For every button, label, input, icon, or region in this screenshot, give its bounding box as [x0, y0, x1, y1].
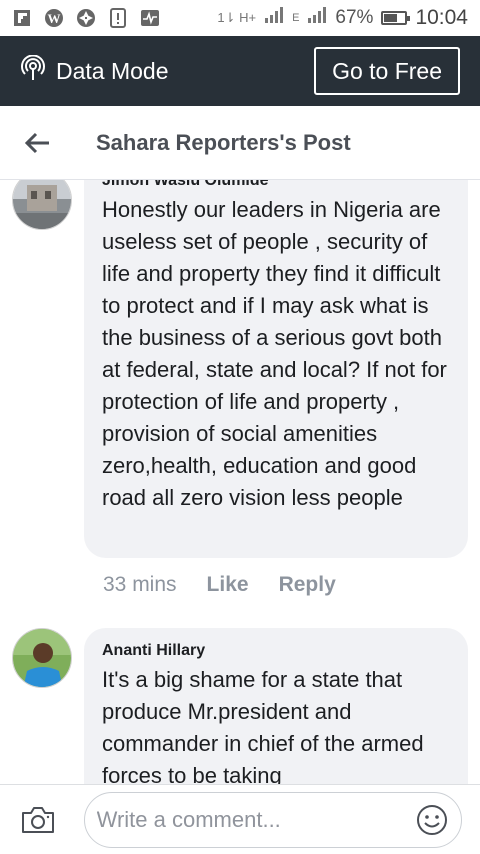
reply-button[interactable]: Reply — [279, 573, 336, 597]
page-title: Sahara Reporters's Post — [96, 129, 351, 155]
smiley-icon — [417, 804, 447, 835]
go-to-free-button[interactable]: Go to Free — [314, 47, 460, 95]
like-button[interactable]: Like — [207, 573, 249, 597]
avatar[interactable] — [12, 180, 72, 230]
clock: 10:04 — [415, 6, 468, 29]
avatar[interactable] — [12, 628, 72, 688]
broadcast-icon — [20, 54, 46, 87]
signal-icon — [264, 6, 284, 30]
battery-level — [384, 14, 398, 22]
battery-percent: 67% — [335, 7, 374, 28]
battery-icon — [381, 11, 411, 25]
network-indicator: 1⇂ H+ — [217, 10, 257, 25]
comment-bubble: Jimoh Wasiu Olumide Honestly our leaders… — [84, 180, 468, 558]
data-mode-bar: Data Mode Go to Free — [0, 36, 480, 106]
back-button[interactable] — [0, 106, 74, 180]
notification-icon — [108, 8, 128, 28]
activity-icon — [140, 8, 160, 28]
signal-icon-2 — [307, 6, 327, 30]
camera-button[interactable] — [18, 800, 58, 840]
post-header: Sahara Reporters's Post — [0, 106, 480, 180]
comment-bubble: Ananti Hillary It's a big shame for a st… — [84, 628, 468, 784]
comments-list: Jimoh Wasiu Olumide Honestly our leaders… — [0, 180, 480, 784]
aperture-icon — [76, 8, 96, 28]
comment-composer — [0, 784, 480, 854]
system-status: 1⇂ H+ E 67% 10:04 — [217, 6, 468, 30]
comment-text: It's a big shame for a state that produc… — [102, 667, 424, 784]
comment-author[interactable]: Jimoh Wasiu Olumide — [102, 180, 450, 190]
comment-input[interactable] — [96, 806, 415, 833]
wordpress-icon: W — [44, 8, 64, 28]
back-arrow-icon — [24, 132, 49, 153]
emoji-button[interactable] — [415, 803, 449, 837]
comment-text: Honestly our leaders in Nigeria are usel… — [102, 197, 447, 510]
comment-input-wrapper — [83, 791, 462, 848]
data-mode-indicator: Data Mode — [20, 54, 169, 87]
svg-text:W: W — [48, 11, 61, 26]
comment-time: 33 mins — [103, 573, 177, 596]
signal-type-label: E — [292, 12, 300, 24]
flipboard-icon — [12, 8, 32, 28]
camera-icon — [21, 806, 54, 833]
comment-author[interactable]: Ananti Hillary — [102, 642, 450, 660]
comment-actions: 33 mins Like Reply — [103, 573, 336, 597]
status-icons: W — [12, 8, 160, 28]
data-mode-label: Data Mode — [56, 57, 169, 84]
status-bar: W 1⇂ H+ E 67% 10:04 — [0, 0, 480, 36]
